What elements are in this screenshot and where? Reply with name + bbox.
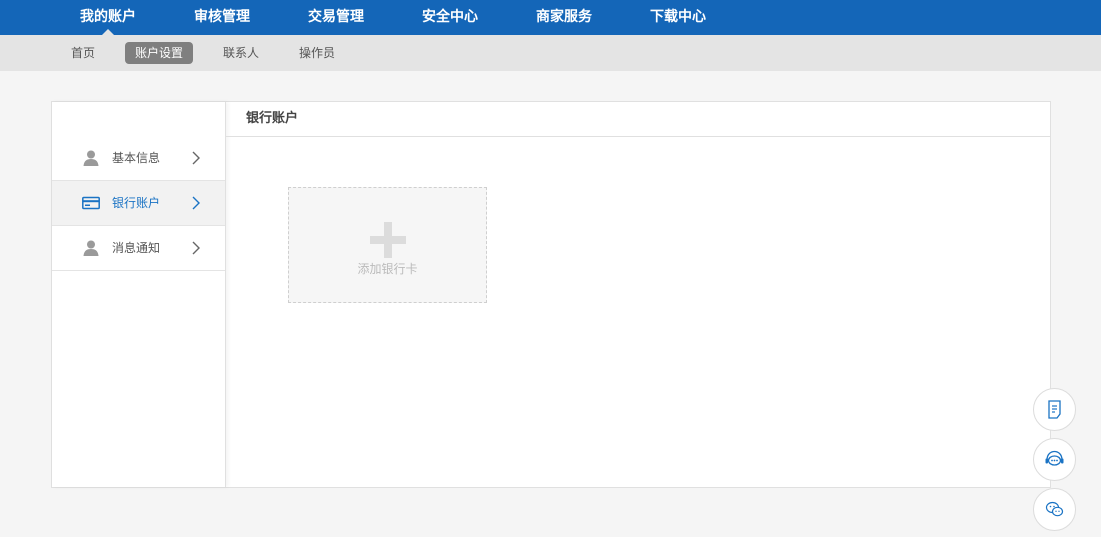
sidebar-item-basic-info[interactable]: 基本信息 xyxy=(52,136,225,181)
sub-nav-item-home[interactable]: 首页 xyxy=(71,42,95,64)
top-nav-item-transactions[interactable]: 交易管理 xyxy=(308,0,364,35)
settings-sidebar: 基本信息 银行账户 消息通知 xyxy=(52,102,226,487)
plus-icon xyxy=(370,222,406,258)
top-nav-item-downloads[interactable]: 下载中心 xyxy=(650,0,706,35)
sidebar-item-label: 消息通知 xyxy=(112,241,161,255)
sub-nav-item-contacts[interactable]: 联系人 xyxy=(223,42,259,64)
document-float-button[interactable] xyxy=(1033,388,1076,431)
add-bank-card-label: 添加银行卡 xyxy=(357,262,418,276)
sidebar-item-bank-account[interactable]: 银行账户 xyxy=(52,181,225,226)
wechat-icon xyxy=(1045,501,1064,517)
user-icon xyxy=(83,150,99,166)
sub-nav: 首页 账户设置 联系人 操作员 xyxy=(0,35,1101,71)
top-nav-item-merchant[interactable]: 商家服务 xyxy=(536,0,592,35)
bank-card-icon xyxy=(82,196,100,210)
sub-nav-item-account-settings[interactable]: 账户设置 xyxy=(125,42,194,64)
user-icon xyxy=(83,240,99,256)
wechat-float-button[interactable] xyxy=(1033,488,1076,531)
chevron-right-icon xyxy=(192,241,200,255)
customer-service-icon xyxy=(1045,450,1064,466)
sidebar-item-label: 银行账户 xyxy=(112,196,161,210)
customer-service-float-button[interactable] xyxy=(1033,438,1076,481)
settings-panel: 基本信息 银行账户 消息通知 银行账户 添加银行卡 xyxy=(51,101,1051,488)
page-title: 银行账户 xyxy=(246,111,299,126)
chevron-right-icon xyxy=(192,151,200,165)
sidebar-item-label: 基本信息 xyxy=(112,151,161,165)
chevron-right-icon xyxy=(192,196,200,210)
document-icon xyxy=(1048,400,1061,419)
sidebar-item-notifications[interactable]: 消息通知 xyxy=(52,226,225,271)
content-header: 银行账户 xyxy=(226,102,1050,137)
top-nav-item-security[interactable]: 安全中心 xyxy=(422,0,478,35)
top-nav-item-review[interactable]: 审核管理 xyxy=(194,0,250,35)
top-nav: 我的账户 审核管理 交易管理 安全中心 商家服务 下载中心 xyxy=(0,0,1101,35)
sub-nav-item-operators[interactable]: 操作员 xyxy=(299,42,335,64)
add-bank-card-button[interactable]: 添加银行卡 xyxy=(288,187,487,303)
